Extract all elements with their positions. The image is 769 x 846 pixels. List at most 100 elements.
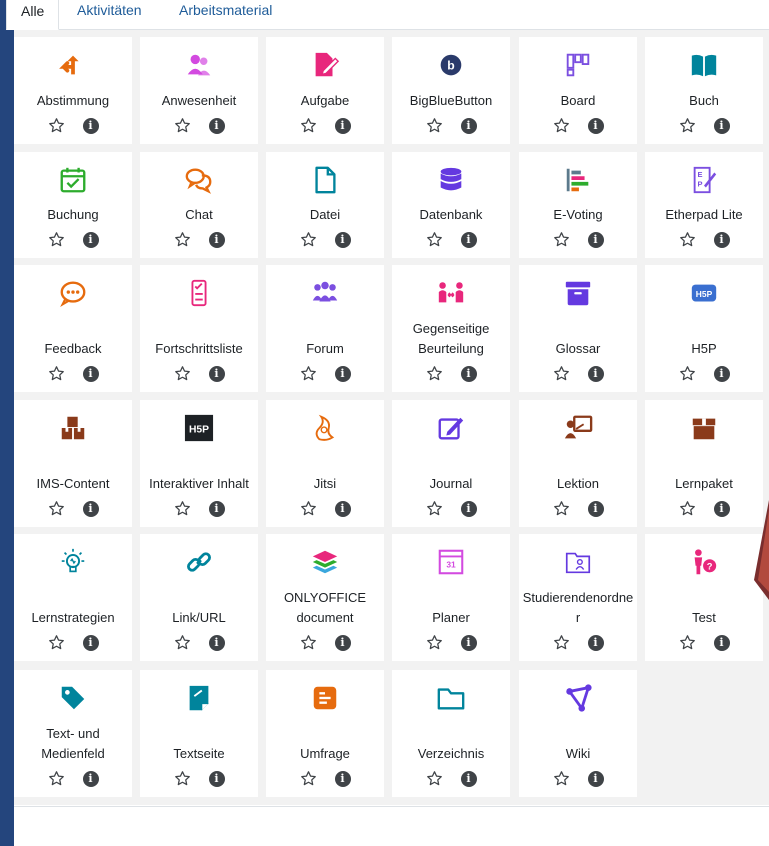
info-icon[interactable]: i — [82, 231, 99, 248]
star-icon[interactable] — [553, 500, 570, 517]
star-icon[interactable] — [174, 117, 191, 134]
star-icon[interactable] — [300, 500, 317, 517]
star-icon[interactable] — [300, 770, 317, 787]
activity-card[interactable]: Textseite i — [140, 670, 258, 797]
activity-card[interactable]: Lernstrategien i — [14, 534, 132, 661]
info-icon[interactable]: i — [334, 117, 351, 134]
info-icon[interactable]: i — [460, 634, 477, 651]
activity-card[interactable]: Jitsi i — [266, 400, 384, 527]
star-icon[interactable] — [300, 231, 317, 248]
star-icon[interactable] — [679, 500, 696, 517]
info-icon[interactable]: i — [587, 634, 604, 651]
star-icon[interactable] — [426, 500, 443, 517]
star-icon[interactable] — [553, 365, 570, 382]
activity-card[interactable]: Verzeichnis i — [392, 670, 510, 797]
star-icon[interactable] — [48, 365, 65, 382]
activity-card[interactable]: Glossar i — [519, 265, 637, 392]
activity-card[interactable]: Gegenseitige Beurteilung i — [392, 265, 510, 392]
star-icon[interactable] — [300, 634, 317, 651]
activity-card[interactable]: Umfrage i — [266, 670, 384, 797]
activity-card[interactable]: Aufgabe i — [266, 37, 384, 144]
activity-card[interactable]: IMS-Content i — [14, 400, 132, 527]
activity-card[interactable]: Chat i — [140, 152, 258, 258]
info-icon[interactable]: i — [82, 117, 99, 134]
star-icon[interactable] — [48, 117, 65, 134]
star-icon[interactable] — [174, 500, 191, 517]
star-icon[interactable] — [300, 365, 317, 382]
activity-card[interactable]: Buch i — [645, 37, 763, 144]
activity-card[interactable]: Lernpaket i — [645, 400, 763, 527]
info-icon[interactable]: i — [334, 634, 351, 651]
star-icon[interactable] — [174, 365, 191, 382]
activity-card[interactable]: b BigBlueButton i — [392, 37, 510, 144]
star-icon[interactable] — [426, 634, 443, 651]
star-icon[interactable] — [48, 500, 65, 517]
info-icon[interactable]: i — [587, 770, 604, 787]
activity-card[interactable]: E-Voting i — [519, 152, 637, 258]
activity-card[interactable]: E P Etherpad Lite i — [645, 152, 763, 258]
star-icon[interactable] — [679, 365, 696, 382]
info-icon[interactable]: i — [587, 500, 604, 517]
star-icon[interactable] — [300, 117, 317, 134]
activity-card[interactable]: Abstimmung i — [14, 37, 132, 144]
info-icon[interactable]: i — [713, 365, 730, 382]
info-icon[interactable]: i — [713, 231, 730, 248]
info-icon[interactable]: i — [208, 500, 225, 517]
activity-card[interactable]: ONLYOFFICE document i — [266, 534, 384, 661]
star-icon[interactable] — [48, 634, 65, 651]
info-icon[interactable]: i — [208, 365, 225, 382]
info-icon[interactable]: i — [82, 500, 99, 517]
activity-card[interactable]: Anwesenheit i — [140, 37, 258, 144]
info-icon[interactable]: i — [713, 634, 730, 651]
activity-card[interactable]: H5P Interaktiver Inhalt i — [140, 400, 258, 527]
info-icon[interactable]: i — [587, 231, 604, 248]
info-icon[interactable]: i — [208, 231, 225, 248]
star-icon[interactable] — [174, 231, 191, 248]
star-icon[interactable] — [553, 117, 570, 134]
activity-card[interactable]: 31 Planer i — [392, 534, 510, 661]
star-icon[interactable] — [426, 231, 443, 248]
activity-card[interactable]: Board i — [519, 37, 637, 144]
activity-card[interactable]: Link/URL i — [140, 534, 258, 661]
star-icon[interactable] — [48, 770, 65, 787]
info-icon[interactable]: i — [460, 117, 477, 134]
info-icon[interactable]: i — [460, 231, 477, 248]
info-icon[interactable]: i — [460, 770, 477, 787]
info-icon[interactable]: i — [334, 365, 351, 382]
star-icon[interactable] — [553, 634, 570, 651]
activity-card[interactable]: H5P H5P i — [645, 265, 763, 392]
activity-card[interactable]: Text- und Medienfeld i — [14, 670, 132, 797]
activity-card[interactable]: Forum i — [266, 265, 384, 392]
info-icon[interactable]: i — [82, 634, 99, 651]
star-icon[interactable] — [679, 231, 696, 248]
star-icon[interactable] — [174, 634, 191, 651]
activity-card[interactable]: Buchung i — [14, 152, 132, 258]
activity-card[interactable]: Datenbank i — [392, 152, 510, 258]
star-icon[interactable] — [553, 770, 570, 787]
info-icon[interactable]: i — [460, 365, 477, 382]
info-icon[interactable]: i — [82, 770, 99, 787]
star-icon[interactable] — [174, 770, 191, 787]
info-icon[interactable]: i — [587, 365, 604, 382]
star-icon[interactable] — [553, 231, 570, 248]
activity-card[interactable]: ? Test i — [645, 534, 763, 661]
tab-all[interactable]: Alle — [6, 0, 60, 30]
star-icon[interactable] — [679, 634, 696, 651]
info-icon[interactable]: i — [208, 770, 225, 787]
info-icon[interactable]: i — [460, 500, 477, 517]
info-icon[interactable]: i — [82, 365, 99, 382]
activity-card[interactable]: Lektion i — [519, 400, 637, 527]
tab-activities[interactable]: Aktivitäten — [63, 0, 156, 30]
activity-card[interactable]: Datei i — [266, 152, 384, 258]
info-icon[interactable]: i — [713, 500, 730, 517]
activity-card[interactable]: Fortschrittsliste i — [140, 265, 258, 392]
info-icon[interactable]: i — [587, 117, 604, 134]
info-icon[interactable]: i — [334, 500, 351, 517]
info-icon[interactable]: i — [208, 634, 225, 651]
info-icon[interactable]: i — [208, 117, 225, 134]
tab-resources[interactable]: Arbeitsmaterial — [165, 0, 286, 30]
info-icon[interactable]: i — [713, 117, 730, 134]
star-icon[interactable] — [426, 770, 443, 787]
star-icon[interactable] — [48, 231, 65, 248]
activity-card[interactable]: Journal i — [392, 400, 510, 527]
